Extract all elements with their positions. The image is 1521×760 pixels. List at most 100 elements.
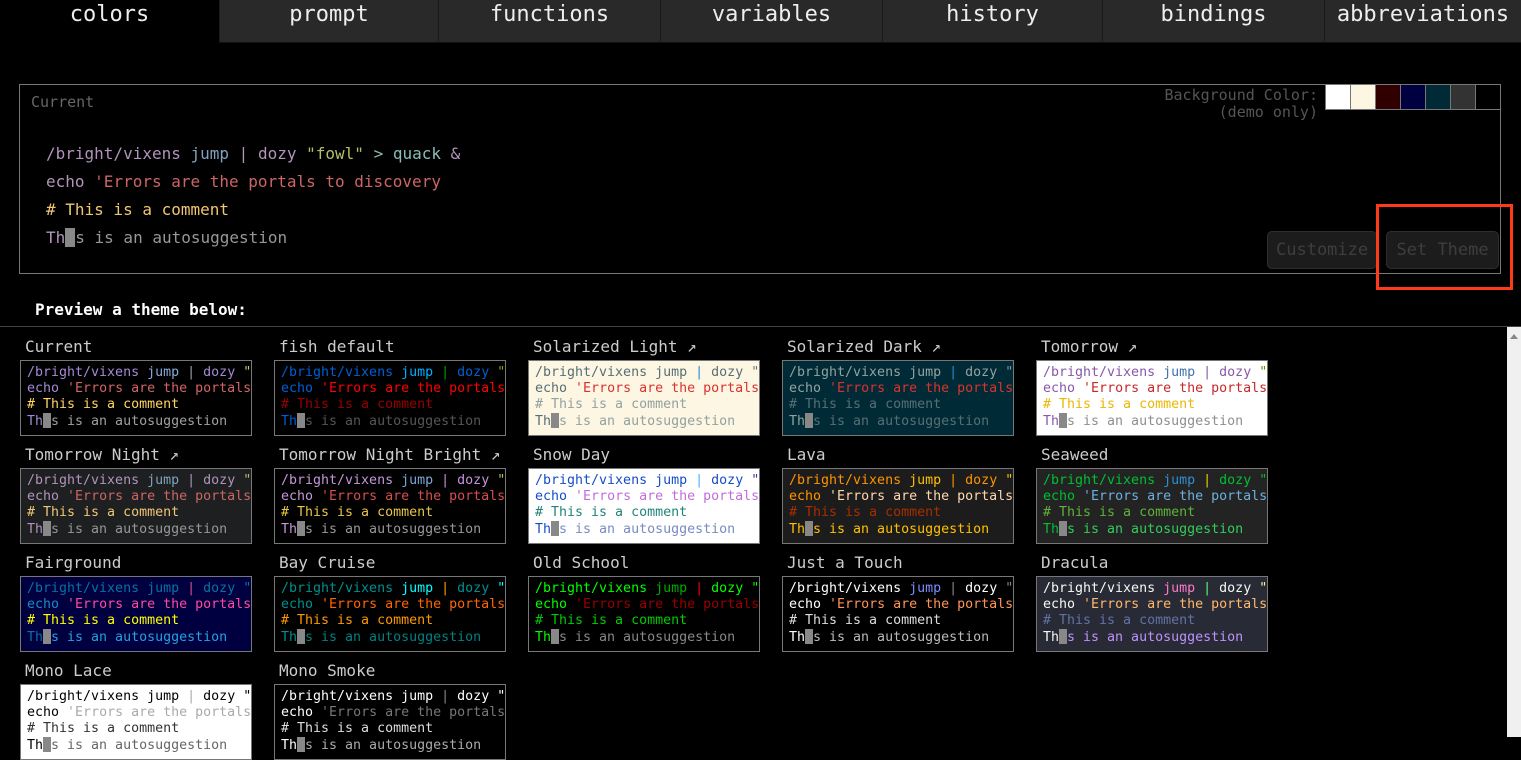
preview-quote: "f xyxy=(497,473,506,488)
theme-preview[interactable]: /bright/vixens jump | dozy "fecho 'Error… xyxy=(1036,468,1268,544)
theme-preview[interactable]: /bright/vixens jump | dozy "fecho 'Error… xyxy=(528,576,760,652)
preview-line: echo 'Errors are the portals xyxy=(535,381,759,397)
theme-card[interactable]: Dracula/bright/vixens jump | dozy "fecho… xyxy=(1036,552,1268,652)
theme-card[interactable]: Fairground/bright/vixens jump | dozy "fe… xyxy=(20,552,252,652)
theme-card[interactable]: Tomorrow Night Bright ↗ /bright/vixens ju… xyxy=(274,444,506,544)
background-swatch[interactable] xyxy=(1451,85,1476,109)
theme-preview[interactable]: /bright/vixens jump | dozy "fecho 'Error… xyxy=(274,684,506,760)
theme-card[interactable]: Solarized Light ↗ /bright/vixens jump | d… xyxy=(528,336,760,436)
theme-card[interactable]: Solarized Dark ↗ /bright/vixens jump | do… xyxy=(782,336,1014,436)
theme-preview[interactable]: /bright/vixens jump | dozy "fecho 'Error… xyxy=(782,468,1014,544)
theme-name: Dracula xyxy=(1041,553,1109,572)
set-theme-button[interactable]: Set Theme xyxy=(1386,231,1499,269)
theme-card[interactable]: Bay Cruise/bright/vixens jump | dozy "fe… xyxy=(274,552,506,652)
scrollbar[interactable] xyxy=(1507,327,1521,737)
preview-echo: echo xyxy=(789,489,822,504)
customize-button[interactable]: Customize xyxy=(1267,231,1377,269)
cursor-block xyxy=(43,629,52,644)
scroll-up-arrow-icon[interactable] xyxy=(1510,334,1518,339)
tab-colors[interactable]: colors xyxy=(0,0,219,43)
theme-preview[interactable]: /bright/vixens jump | dozy "fecho 'Error… xyxy=(20,684,252,760)
theme-card[interactable]: Old School/bright/vixens jump | dozy "fe… xyxy=(528,552,760,652)
theme-name: Old School xyxy=(533,553,630,572)
theme-preview[interactable]: /bright/vixens jump | dozy "fecho 'Error… xyxy=(782,576,1014,652)
preview-echo: echo xyxy=(281,705,314,720)
preview-command: /bright/vixens xyxy=(789,365,902,380)
theme-card[interactable]: Tomorrow Night ↗ /bright/vixens jump | do… xyxy=(20,444,252,544)
cursor-block xyxy=(297,413,306,428)
theme-name: fish default xyxy=(279,337,395,356)
theme-preview[interactable]: /bright/vixens jump | dozy "fecho 'Error… xyxy=(274,468,506,544)
theme-preview[interactable]: /bright/vixens jump | dozy "fecho 'Error… xyxy=(20,576,252,652)
tab-history[interactable]: history xyxy=(882,0,1102,43)
theme-card[interactable]: Current/bright/vixens jump | dozy "fecho… xyxy=(20,336,252,436)
background-swatch[interactable] xyxy=(1376,85,1401,109)
tab-functions[interactable]: functions xyxy=(438,0,660,43)
theme-preview[interactable]: /bright/vixens jump | dozy "fecho 'Error… xyxy=(782,360,1014,436)
preview-error: 'Errors are the portals xyxy=(575,381,760,396)
preview-line: echo 'Errors are the portals xyxy=(535,489,759,505)
preview-echo: echo xyxy=(1043,489,1076,504)
tab-abbreviations[interactable]: abbreviations xyxy=(1324,0,1521,43)
demo-comment: # This is a comment xyxy=(46,200,230,219)
preview-error: 'Errors are the portals xyxy=(321,381,506,396)
theme-preview[interactable]: /bright/vixens jump | dozy "fecho 'Error… xyxy=(20,360,252,436)
preview-line: /bright/vixens jump | dozy "f xyxy=(535,365,759,381)
preview-line: Th s is an autosuggestion xyxy=(535,521,759,538)
preview-pipe: | xyxy=(695,581,704,596)
theme-preview[interactable]: /bright/vixens jump | dozy "fecho 'Error… xyxy=(274,576,506,652)
background-swatch[interactable] xyxy=(1476,85,1500,109)
theme-card[interactable]: fish default/bright/vixens jump | dozy "… xyxy=(274,336,506,436)
preview-line: echo 'Errors are the portals xyxy=(789,597,1013,613)
preview-pipe: | xyxy=(187,473,196,488)
preview-command: /bright/vixens xyxy=(281,473,394,488)
theme-card[interactable]: Mono Smoke/bright/vixens jump | dozy "fe… xyxy=(274,660,506,760)
demo-typed: Th xyxy=(46,228,66,247)
theme-preview[interactable]: /bright/vixens jump | dozy "fecho 'Error… xyxy=(20,468,252,544)
background-swatch[interactable] xyxy=(1426,85,1451,109)
preview-command: /bright/vixens xyxy=(1043,581,1156,596)
theme-preview[interactable]: /bright/vixens jump | dozy "fecho 'Error… xyxy=(1036,576,1268,652)
tab-variables[interactable]: variables xyxy=(660,0,882,43)
theme-card[interactable]: Lava/bright/vixens jump | dozy "fecho 'E… xyxy=(782,444,1014,544)
theme-card[interactable]: Mono Lace/bright/vixens jump | dozy "fec… xyxy=(20,660,252,760)
preview-suggestion: s is an autosuggestion xyxy=(559,630,736,645)
preview-line: echo 'Errors are the portals xyxy=(27,489,251,505)
preview-command: /bright/vixens xyxy=(789,473,902,488)
preview-line: echo 'Errors are the portals xyxy=(1043,489,1267,505)
preview-echo: echo xyxy=(789,597,822,612)
preview-error: 'Errors are the portals xyxy=(829,597,1014,612)
preview-line: echo 'Errors are the portals xyxy=(535,597,759,613)
theme-preview[interactable]: /bright/vixens jump | dozy "fecho 'Error… xyxy=(528,360,760,436)
preview-error: 'Errors are the portals xyxy=(67,705,252,720)
preview-suggestion: s is an autosuggestion xyxy=(559,414,736,429)
background-swatch[interactable] xyxy=(1351,85,1376,109)
theme-name: Current xyxy=(25,337,93,356)
tab-prompt[interactable]: prompt xyxy=(219,0,438,43)
theme-card[interactable]: Tomorrow ↗/bright/vixens jump | dozy "fe… xyxy=(1036,336,1268,436)
theme-preview[interactable]: /bright/vixens jump | dozy "fecho 'Error… xyxy=(1036,360,1268,436)
theme-card[interactable]: Snow Day/bright/vixens jump | dozy "fech… xyxy=(528,444,760,544)
preview-echo: echo xyxy=(27,705,60,720)
preview-typed: Th xyxy=(281,738,298,753)
theme-preview[interactable]: /bright/vixens jump | dozy "fecho 'Error… xyxy=(528,468,760,544)
preview-typed: Th xyxy=(535,630,552,645)
tab-bindings[interactable]: bindings xyxy=(1102,0,1324,43)
tab-bar: colors prompt functions variables histor… xyxy=(0,0,1521,43)
preview-quote: "f xyxy=(751,581,760,596)
preview-line: /bright/vixens jump | dozy "f xyxy=(789,581,1013,597)
preview-line: /bright/vixens jump | dozy "f xyxy=(27,473,251,489)
preview-command2: dozy xyxy=(1219,581,1252,596)
preview-command: /bright/vixens xyxy=(281,365,394,380)
preview-pipe: | xyxy=(1203,365,1212,380)
theme-card[interactable]: Just a Touch/bright/vixens jump | dozy "… xyxy=(782,552,1014,652)
background-swatch[interactable] xyxy=(1326,85,1351,109)
preview-comment: # This is a comment xyxy=(281,505,434,520)
preview-error: 'Errors are the portals xyxy=(829,489,1014,504)
theme-preview[interactable]: /bright/vixens jump | dozy "fecho 'Error… xyxy=(274,360,506,436)
theme-card[interactable]: Seaweed/bright/vixens jump | dozy "fecho… xyxy=(1036,444,1268,544)
background-swatch[interactable] xyxy=(1401,85,1426,109)
preview-line: # This is a comment xyxy=(789,397,1013,413)
theme-name: Lava xyxy=(787,445,826,464)
preview-command: /bright/vixens xyxy=(27,473,140,488)
